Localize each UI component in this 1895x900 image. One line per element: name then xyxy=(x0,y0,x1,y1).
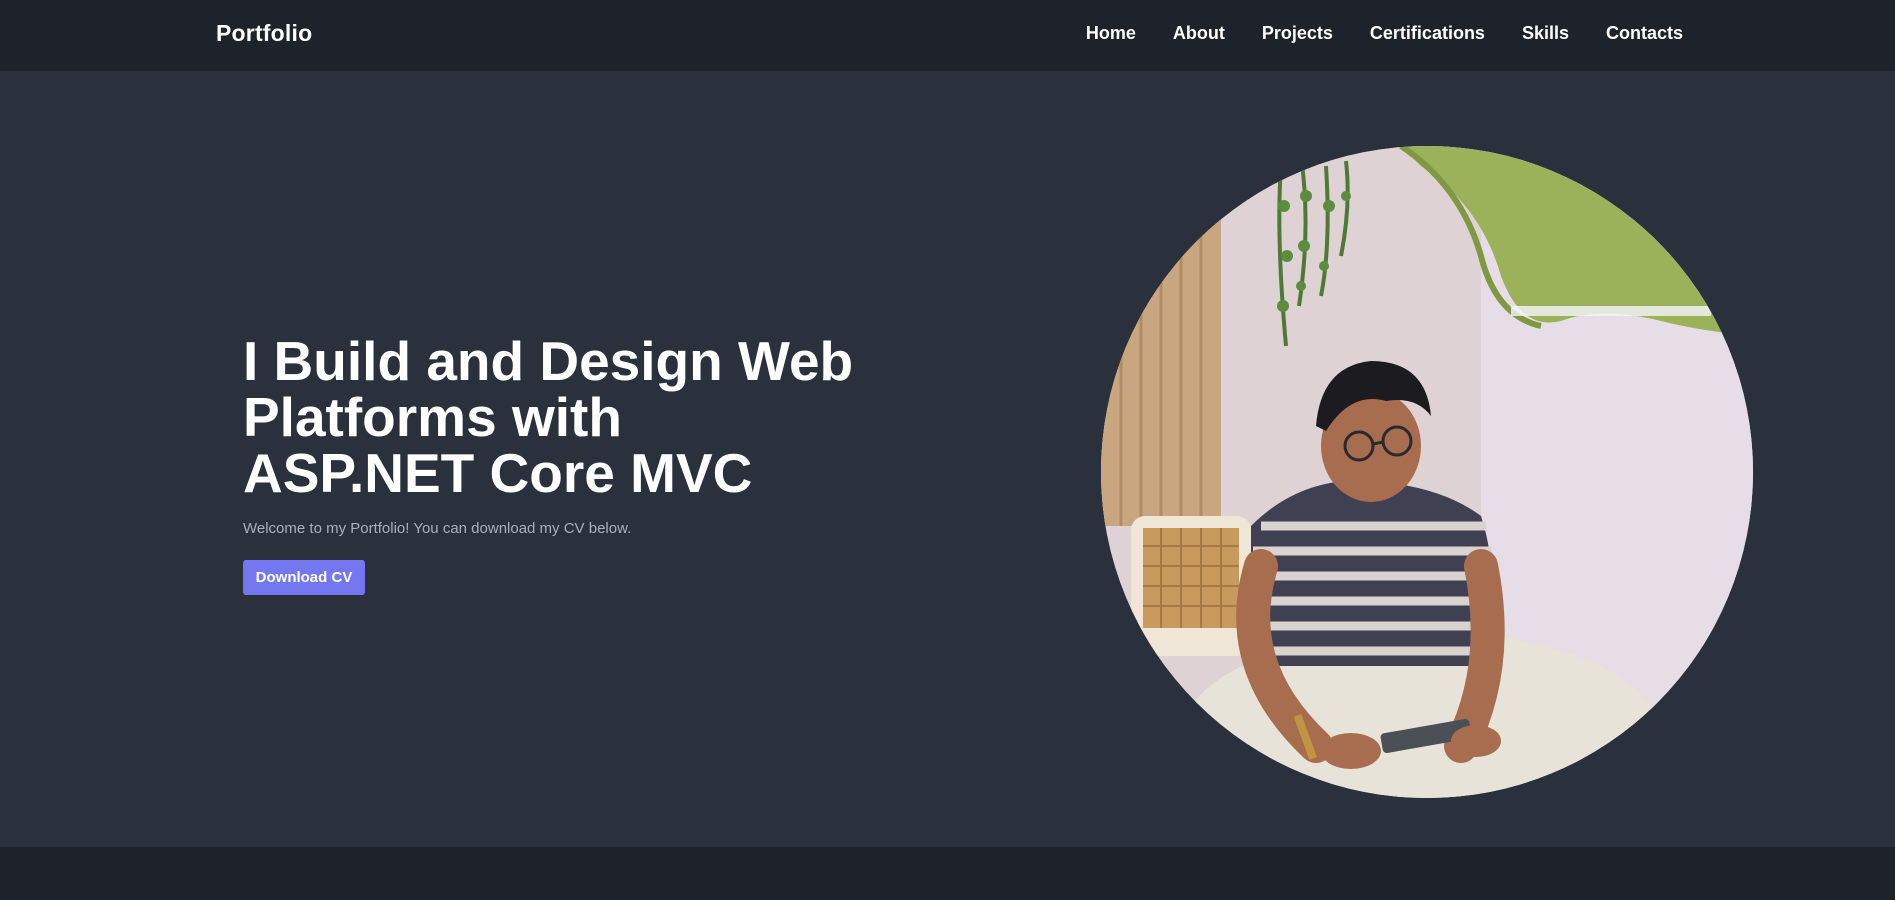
nav-link-home[interactable]: Home xyxy=(1086,23,1136,44)
nav-link-contacts[interactable]: Contacts xyxy=(1606,23,1683,44)
navbar: Portfolio Home About Projects Certificat… xyxy=(0,0,1895,71)
footer-strip xyxy=(0,847,1895,900)
brand-logo[interactable]: Portfolio xyxy=(216,20,312,47)
nav-link-about[interactable]: About xyxy=(1173,23,1225,44)
hero-text: I Build and Design Web Platforms with AS… xyxy=(243,333,943,595)
hero-section: I Build and Design Web Platforms with AS… xyxy=(0,71,1895,847)
nav-link-projects[interactable]: Projects xyxy=(1262,23,1333,44)
nav-link-skills[interactable]: Skills xyxy=(1522,23,1569,44)
nav-link-certifications[interactable]: Certifications xyxy=(1370,23,1485,44)
hero-subtitle: Welcome to my Portfolio! You can downloa… xyxy=(243,520,632,537)
profile-photo xyxy=(1101,146,1753,798)
nav-links: Home About Projects Certifications Skill… xyxy=(1086,23,1683,44)
download-cv-button[interactable]: Download CV xyxy=(243,560,365,595)
hero-headline: I Build and Design Web Platforms with AS… xyxy=(243,330,854,504)
